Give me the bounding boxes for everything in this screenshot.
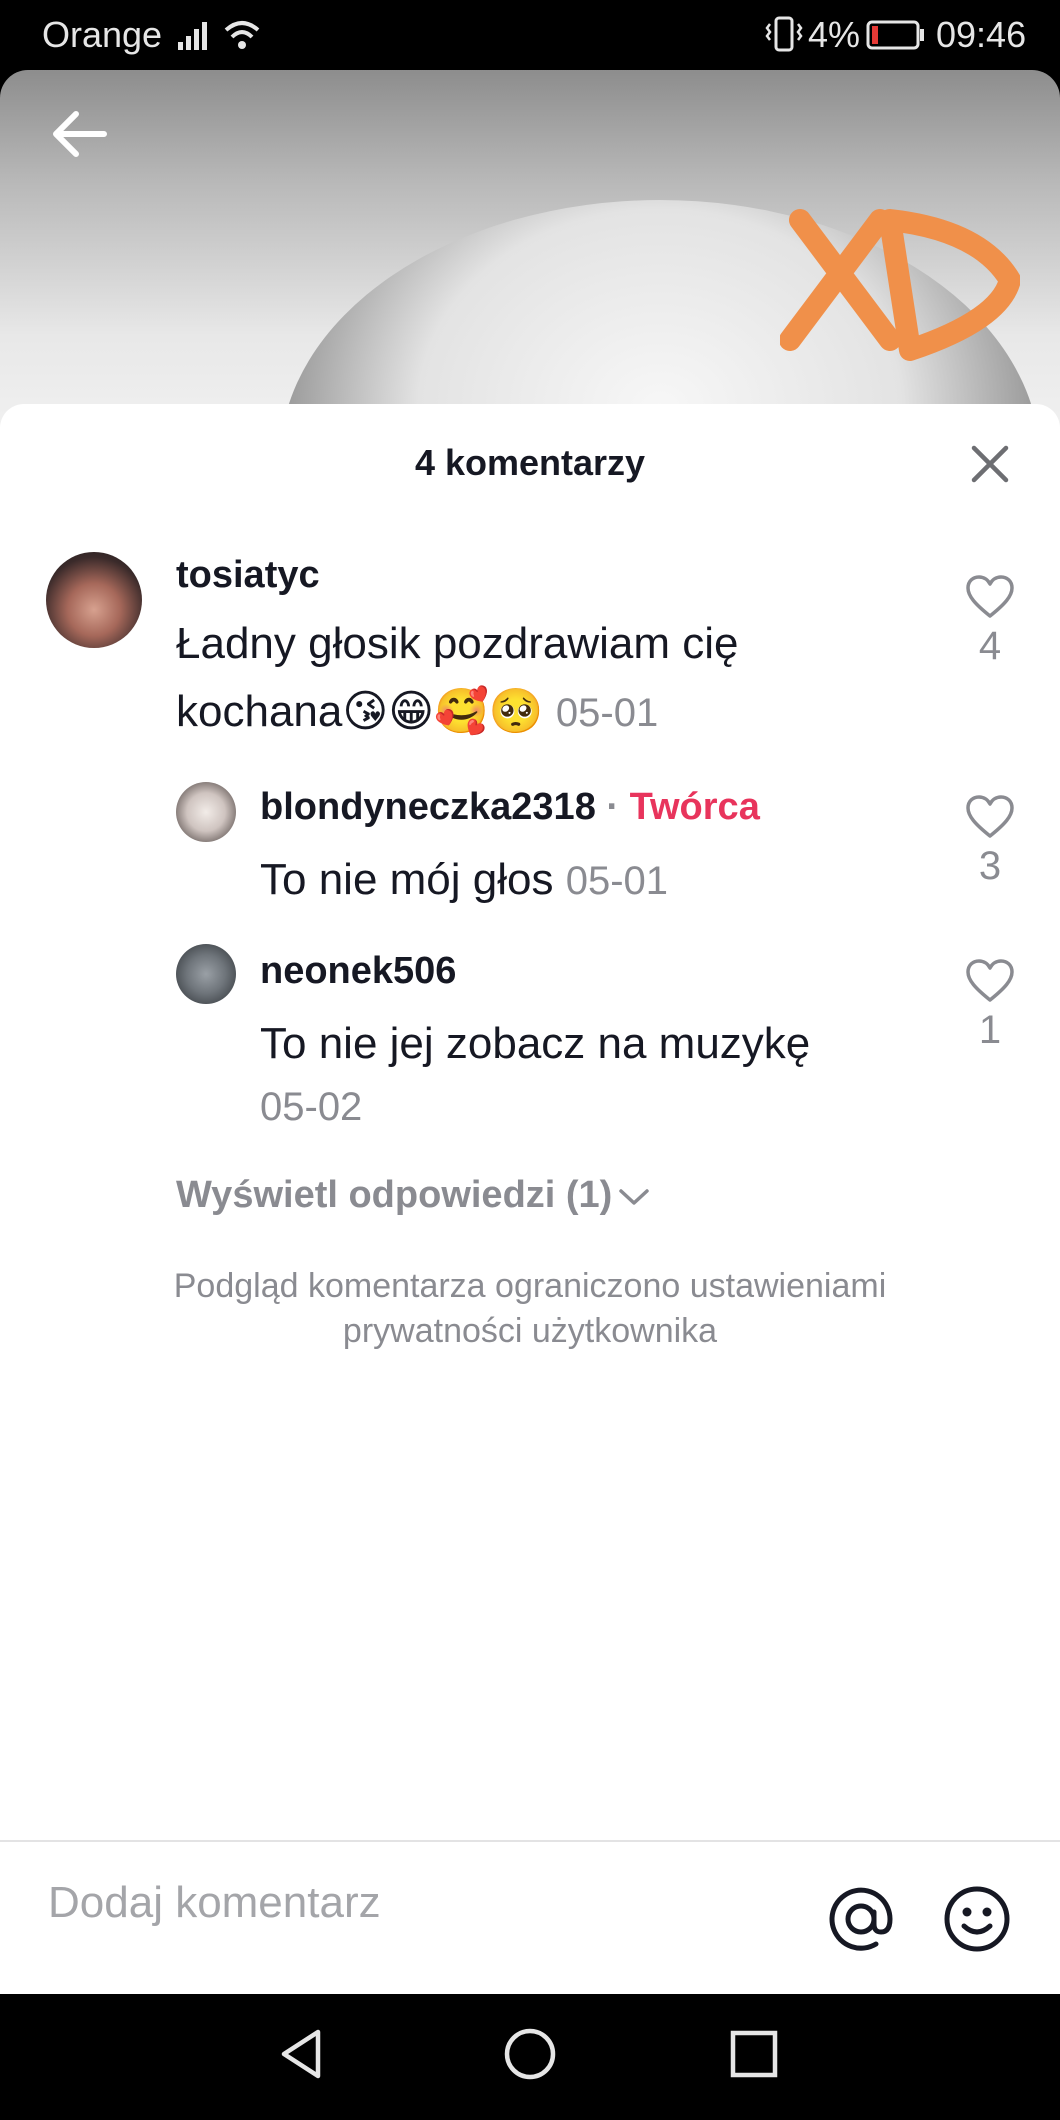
at-icon[interactable] (826, 1884, 896, 1954)
reply-text: To nie mój głos 05-01 (260, 846, 668, 915)
reply-username[interactable]: blondyneczka2318 · Twórca (260, 786, 760, 829)
privacy-notice: Podgląd komentarza ograniczono ustawieni… (100, 1264, 960, 1354)
comment-date: 05-01 (555, 691, 659, 735)
avatar[interactable] (46, 552, 142, 648)
signal-icon (178, 22, 207, 50)
comment-username[interactable]: tosiatyc (176, 554, 320, 597)
nav-recents-icon[interactable] (724, 2024, 784, 2084)
comment-text-line-1: Ładny głosik pozdrawiam cię (176, 619, 739, 668)
comment-text: Ładny głosik pozdrawiam cię kochana😘😁🥰🥺 … (176, 610, 739, 747)
reply-text: To nie jej zobacz na muzykę 05-02 (260, 1010, 810, 1136)
like-count: 3 (978, 844, 1002, 888)
nav-home-icon[interactable] (500, 2024, 560, 2084)
comment-input[interactable]: Dodaj komentarz (48, 1878, 381, 1928)
xd-overlay-sticker (780, 209, 1020, 361)
reply-date: 05-02 (260, 1085, 363, 1129)
wifi-icon (224, 21, 260, 49)
view-replies-label: Wyświetl odpowiedzi (1) (176, 1174, 613, 1216)
reply-username[interactable]: neonek506 (260, 950, 456, 993)
heart-icon (966, 795, 1014, 838)
like-button[interactable]: 4 (960, 574, 1020, 669)
like-count: 4 (978, 624, 1002, 668)
like-button[interactable]: 1 (960, 958, 1020, 1053)
avatar[interactable] (176, 944, 236, 1004)
chevron-down-icon (619, 1189, 650, 1205)
reply-text-content: To nie mój głos (260, 855, 554, 904)
comment-text-line-2-content: kochana😘😁🥰🥺 (176, 687, 544, 736)
reply-text-content: To nie jej zobacz na muzykę (260, 1019, 811, 1068)
heart-icon (966, 959, 1014, 1002)
reply-date: 05-01 (565, 859, 669, 903)
carrier-name: Orange (42, 14, 163, 55)
privacy-notice-line-1: Podgląd komentarza ograniczono ustawieni… (173, 1267, 887, 1305)
reply-username-text: blondyneczka2318 (260, 786, 596, 828)
clock: 09:46 (936, 14, 1027, 55)
creator-badge: Twórca (629, 786, 760, 828)
comment-text-line-2: kochana😘😁🥰🥺 05-01 (176, 678, 739, 747)
separator-dot: · (606, 786, 620, 828)
like-count: 1 (978, 1008, 1002, 1052)
video-background (0, 70, 1060, 450)
nav-back-icon[interactable] (272, 2024, 332, 2084)
comments-panel: 4 komentarzy tosiatyc Ładny głosik pozdr… (0, 404, 1060, 1994)
view-replies-button[interactable]: Wyświetl odpowiedzi (1) (176, 1174, 650, 1217)
back-arrow-icon[interactable] (48, 102, 112, 166)
vibrate-icon (765, 16, 803, 52)
battery-percent: 4% (808, 14, 861, 55)
status-bar: Orange 4% 09:46 (0, 0, 1060, 70)
avatar[interactable] (176, 782, 236, 842)
battery-icon (866, 20, 924, 50)
emoji-icon[interactable] (942, 1884, 1012, 1954)
comments-count-title: 4 komentarzy (414, 442, 646, 483)
heart-icon (966, 575, 1014, 618)
navigation-bar (0, 1994, 1060, 2120)
privacy-notice-line-2: prywatności użytkownika (342, 1312, 718, 1350)
like-button[interactable]: 3 (960, 794, 1020, 889)
close-icon[interactable] (966, 440, 1014, 488)
composer-divider (0, 1840, 1060, 1842)
